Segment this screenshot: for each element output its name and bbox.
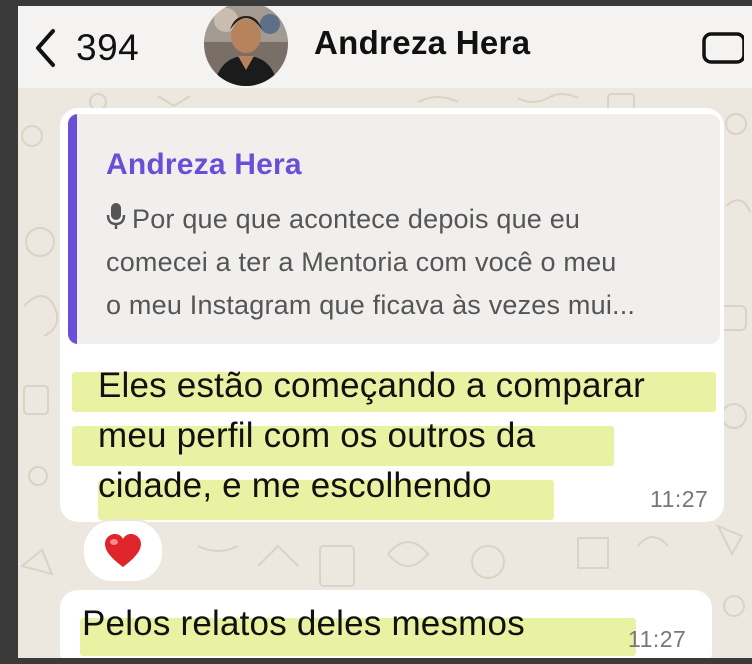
heart-reaction[interactable] [82, 519, 164, 583]
message-timestamp: 11:27 [650, 486, 709, 512]
reply-quote[interactable]: Andreza Hera Por que que acontece depois… [68, 114, 720, 344]
message-bubble[interactable]: Pelos relatos deles mesmos 11:27 [60, 590, 712, 658]
chat-header: 394 Andreza Hera [18, 6, 752, 88]
unread-count: 394 [76, 27, 140, 68]
contact-name[interactable]: Andreza Hera [314, 24, 530, 62]
chat-screen: 394 Andreza Hera Andreza Hera Por que qu… [18, 6, 752, 658]
microphone-icon [106, 203, 126, 229]
message-text-line: meu perfil com os outros da [98, 416, 536, 455]
quote-author: Andreza Hera [106, 148, 302, 181]
message-text-line: Eles estão começando a comparar [98, 366, 646, 405]
quote-line: o meu Instagram que ficava às vezes mui.… [106, 290, 636, 320]
quote-line: Por que que acontece depois que eu [106, 198, 706, 241]
message-text-line: cidade, e me escolhendo [98, 466, 492, 505]
chevron-left-icon [36, 29, 55, 67]
heart-icon [105, 534, 141, 567]
quote-accent-bar [68, 114, 77, 344]
message-text-line: Pelos relatos deles mesmos [82, 604, 525, 643]
back-button[interactable]: 394 [34, 24, 184, 72]
avatar-photo [204, 6, 288, 86]
avatar[interactable] [204, 6, 288, 86]
message-timestamp: 11:27 [628, 626, 687, 652]
quote-text: Por que que acontece depois que eu comec… [106, 198, 706, 327]
quote-line: comecei a ter a Mentoria com você o meu [106, 247, 617, 277]
video-camera-icon[interactable] [702, 30, 744, 66]
message-bubble[interactable]: Andreza Hera Por que que acontece depois… [60, 108, 724, 522]
